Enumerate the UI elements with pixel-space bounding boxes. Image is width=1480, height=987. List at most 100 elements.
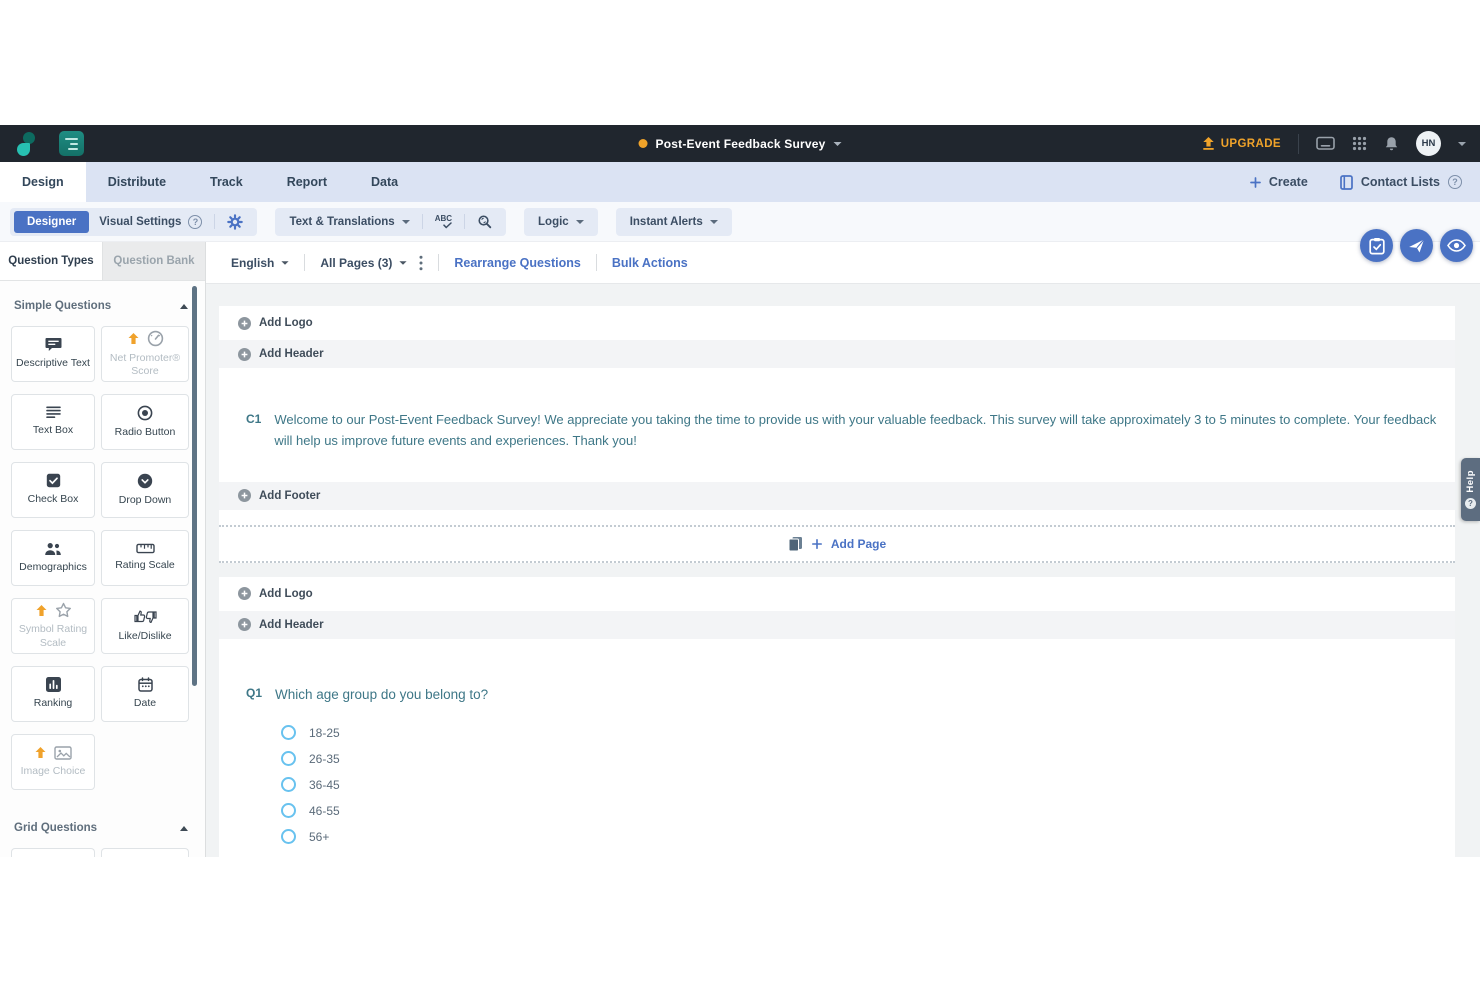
survey-list-icon[interactable] [59,131,84,156]
display-icon[interactable] [1316,136,1335,151]
card-demographics[interactable]: Demographics [11,530,95,586]
radio-icon[interactable] [281,751,296,766]
collapse-icon [180,304,188,309]
chevron-down-icon [833,142,841,146]
radio-icon[interactable] [281,803,296,818]
ruler-icon [136,543,155,554]
tab-question-bank[interactable]: Question Bank [102,242,205,280]
add-page-button[interactable]: Add Page [219,525,1455,563]
option-18-25[interactable]: 18-25 [281,725,1455,740]
divider [464,214,465,229]
pages-select[interactable]: All Pages (3) [320,256,407,270]
card-net-promoter-score[interactable]: Net Promoter® Score [101,326,189,382]
survey-status-dot [639,139,648,148]
create-button[interactable]: Create [1250,175,1308,189]
calendar-icon [138,677,153,692]
survey-title-menu[interactable]: Post-Event Feedback Survey [639,137,842,151]
tab-design[interactable]: Design [0,162,86,202]
help-tab[interactable]: Help ? [1461,458,1480,521]
page-more-menu[interactable] [419,255,423,271]
add-circle-icon [238,348,251,361]
upgrade-arrow-icon [127,332,140,345]
chevron-down-icon [710,220,718,224]
logic-group: Logic [524,208,598,236]
avatar[interactable]: HN [1416,131,1441,156]
card-image-choice[interactable]: Image Choice [11,734,95,790]
topbar: Post-Event Feedback Survey UPGRADE HN [0,125,1480,162]
section-simple-questions[interactable]: Simple Questions [0,298,205,314]
welcome-message[interactable]: C1 Welcome to our Post-Event Feedback Su… [219,368,1455,452]
sidebar-scrollbar[interactable] [192,286,197,686]
card-like-dislike[interactable]: Like/Dislike [101,598,189,654]
tab-distribute[interactable]: Distribute [86,162,188,202]
chevron-down-icon [402,220,410,224]
bell-icon[interactable] [1384,136,1399,152]
spellcheck-icon: ABC [435,215,452,229]
bulk-actions-button[interactable]: Bulk Actions [612,256,688,270]
help-circle-icon: ? [1448,175,1462,189]
radio-icon[interactable] [281,829,296,844]
settings-gear-button[interactable] [217,211,253,233]
section-grid-questions[interactable]: Grid Questions [0,820,205,836]
option-26-35[interactable]: 26-35 [281,751,1455,766]
image-icon [54,746,72,760]
kebab-icon [419,255,423,271]
topbar-actions: UPGRADE HN [1202,131,1466,156]
card-symbol-rating-scale[interactable]: Symbol Rating Scale [11,598,95,654]
radio-icon[interactable] [281,777,296,792]
apps-grid-icon[interactable] [1352,136,1367,151]
card-partial[interactable] [11,848,95,857]
add-header-button[interactable]: Add Header [219,611,1455,639]
gauge-icon [147,330,164,347]
spellcheck-button[interactable]: ABC [425,211,462,233]
rearrange-questions-button[interactable]: Rearrange Questions [454,256,580,270]
instant-alerts-button[interactable]: Instant Alerts [620,211,728,233]
visual-settings-button[interactable]: Visual Settings ? [89,211,212,233]
card-check-box[interactable]: Check Box [11,462,95,518]
tab-report[interactable]: Report [265,162,349,202]
card-radio-button[interactable]: Radio Button [101,394,189,450]
designer-button[interactable]: Designer [14,211,89,233]
language-select[interactable]: English [231,256,289,270]
upgrade-button[interactable]: UPGRADE [1202,137,1281,150]
add-logo-button[interactable]: Add Logo [219,306,1455,340]
radio-icon[interactable] [281,725,296,740]
card-ranking[interactable]: Ranking [11,666,95,722]
preview-button[interactable] [1440,229,1473,262]
divider [214,214,215,229]
people-icon [44,542,62,556]
sparrow-logo[interactable] [16,131,37,157]
add-logo-button[interactable]: Add Logo [219,577,1455,611]
card-rating-scale[interactable]: Rating Scale [101,530,189,586]
thumbs-up-down-icon [134,609,157,625]
option-46-55[interactable]: 46-55 [281,803,1455,818]
find-replace-button[interactable] [467,211,502,233]
sidebar-scroll-area: Simple Questions Descriptive Text Net Pr… [0,281,205,857]
logic-button[interactable]: Logic [528,211,594,233]
option-56-plus[interactable]: 56+ [281,829,1455,844]
contact-lists-button[interactable]: Contact Lists ? [1340,175,1462,190]
add-footer-button[interactable]: Add Footer [219,482,1455,510]
contact-book-icon [1340,175,1353,190]
answer-options: 18-25 26-35 36-45 46-55 [219,705,1455,844]
card-date[interactable]: Date [101,666,189,722]
question-1[interactable]: Q1 Which age group do you belong to? [219,639,1455,706]
survey-builder-app: Post-Event Feedback Survey UPGRADE HN De… [0,125,1480,857]
tab-track[interactable]: Track [188,162,265,202]
card-partial[interactable] [101,848,189,857]
checklist-button[interactable] [1360,229,1393,262]
option-36-45[interactable]: 36-45 [281,777,1455,792]
tab-question-types[interactable]: Question Types [0,242,102,280]
card-text-box[interactable]: Text Box [11,394,95,450]
card-descriptive-text[interactable]: Descriptive Text [11,326,95,382]
account-chevron-down-icon[interactable] [1458,142,1466,146]
card-drop-down[interactable]: Drop Down [101,462,189,518]
canvas-toolbar: English All Pages (3) Rearrange Question… [206,242,1480,284]
help-circle-icon: ? [188,215,202,229]
chevron-down-icon [576,220,584,224]
share-button[interactable] [1400,229,1433,262]
add-header-button[interactable]: Add Header [219,340,1455,368]
tab-data[interactable]: Data [349,162,420,202]
descriptive-text-icon [45,337,62,352]
text-translations-button[interactable]: Text & Translations [279,211,419,233]
